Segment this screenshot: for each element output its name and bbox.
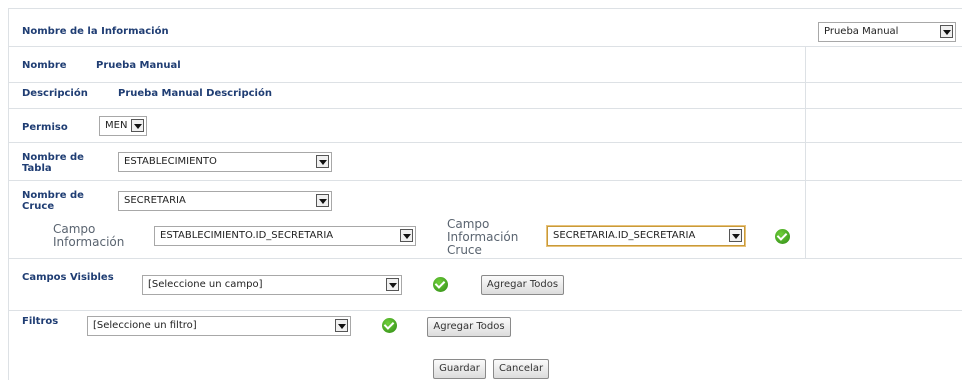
filtros-selected: [Seleccione un filtro] bbox=[93, 320, 197, 331]
permiso-select[interactable]: MEN bbox=[99, 116, 147, 136]
filtros-select[interactable]: [Seleccione un filtro] bbox=[87, 316, 351, 336]
descripcion-value: Prueba Manual Descripción bbox=[118, 88, 272, 99]
tabla-selected: ESTABLECIMIENTO bbox=[124, 156, 217, 167]
filtros-label: Filtros bbox=[22, 316, 59, 327]
cancel-button[interactable]: Cancelar bbox=[493, 359, 549, 379]
permiso-label: Permiso bbox=[22, 122, 68, 133]
divider bbox=[8, 142, 962, 143]
campos-visibles-selected: [Seleccione un campo] bbox=[148, 279, 263, 290]
chevron-down-icon[interactable] bbox=[400, 229, 413, 242]
agregar-todos-filtros-button[interactable]: Agregar Todos bbox=[427, 317, 511, 337]
check-icon[interactable] bbox=[382, 318, 397, 333]
info-name-label: Nombre de la Información bbox=[22, 26, 169, 37]
nombre-label: Nombre bbox=[22, 60, 67, 71]
check-icon[interactable] bbox=[433, 277, 448, 292]
chevron-down-icon[interactable] bbox=[729, 229, 742, 242]
save-button[interactable]: Guardar bbox=[433, 359, 486, 379]
divider bbox=[805, 47, 806, 259]
cruce-selected: SECRETARIA bbox=[124, 195, 186, 206]
campo-info-selected: ESTABLECIMIENTO.ID_SECRETARIA bbox=[160, 230, 334, 241]
campo-info-select[interactable]: ESTABLECIMIENTO.ID_SECRETARIA bbox=[154, 226, 416, 246]
campo-info-label: Campo Información bbox=[53, 222, 125, 249]
chevron-down-icon[interactable] bbox=[940, 25, 953, 38]
campo-cruce-select[interactable]: SECRETARIA.ID_SECRETARIA bbox=[547, 226, 745, 246]
campos-visibles-select[interactable]: [Seleccione un campo] bbox=[142, 275, 402, 295]
descripcion-label: Descripción bbox=[22, 88, 88, 99]
divider bbox=[8, 82, 962, 83]
check-icon[interactable] bbox=[775, 229, 790, 244]
info-name-select[interactable]: Prueba Manual bbox=[818, 22, 956, 42]
campos-visibles-label: Campos Visibles bbox=[22, 272, 114, 283]
chevron-down-icon[interactable] bbox=[335, 319, 348, 332]
campo-cruce-label: Campo Información Cruce bbox=[447, 217, 519, 257]
tabla-select[interactable]: ESTABLECIMIENTO bbox=[118, 152, 332, 172]
cruce-label: Nombre de Cruce bbox=[22, 190, 84, 212]
chevron-down-icon[interactable] bbox=[386, 278, 399, 291]
tabla-label: Nombre de Tabla bbox=[22, 152, 84, 174]
agregar-todos-campos-button[interactable]: Agregar Todos bbox=[481, 275, 564, 295]
nombre-value: Prueba Manual bbox=[96, 60, 181, 71]
campo-cruce-selected: SECRETARIA.ID_SECRETARIA bbox=[553, 230, 696, 241]
chevron-down-icon[interactable] bbox=[131, 119, 144, 132]
divider bbox=[8, 310, 962, 311]
divider bbox=[8, 8, 9, 380]
chevron-down-icon[interactable] bbox=[316, 155, 329, 168]
cruce-select[interactable]: SECRETARIA bbox=[118, 191, 332, 211]
chevron-down-icon[interactable] bbox=[316, 194, 329, 207]
divider bbox=[8, 46, 962, 47]
divider bbox=[8, 108, 962, 109]
divider bbox=[8, 8, 962, 9]
divider bbox=[8, 258, 962, 259]
info-name-selected: Prueba Manual bbox=[824, 26, 899, 37]
divider bbox=[8, 180, 962, 181]
permiso-selected: MEN bbox=[105, 120, 128, 131]
